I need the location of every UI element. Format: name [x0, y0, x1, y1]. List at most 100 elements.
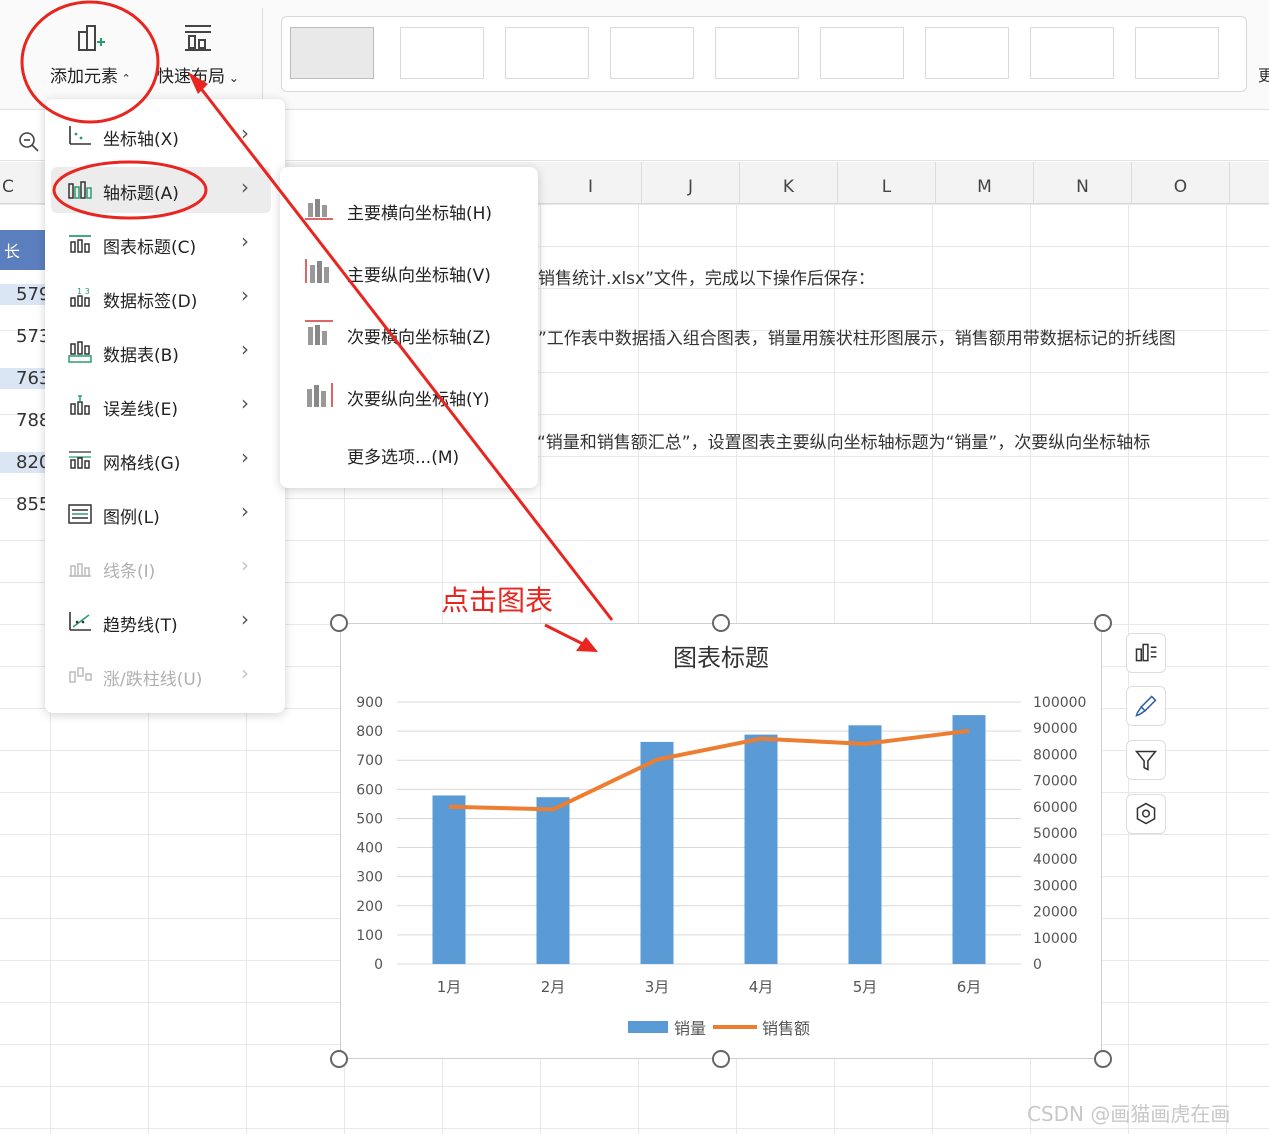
chart-style-thumb[interactable] — [610, 27, 694, 79]
x-tick-label: 1月 — [437, 978, 462, 996]
menu-item-label: 坐标轴(X) — [103, 130, 179, 150]
cell[interactable]: 763 — [0, 368, 50, 389]
chevron-right-icon: › — [241, 283, 249, 307]
menu-item: 线条(I) › — [45, 545, 285, 591]
y2-tick-label: 60000 — [1033, 800, 1078, 816]
combo-chart[interactable]: 图表标题900800700600500400300200100010000090… — [341, 624, 1101, 1058]
chart-style-thumb[interactable] — [290, 27, 374, 79]
data-labels-icon: 1 3 — [70, 287, 90, 307]
chart-style-thumb[interactable] — [1135, 27, 1219, 79]
y-tick-label: 0 — [374, 957, 383, 973]
menu-item[interactable]: 趋势线(T) › — [45, 599, 285, 645]
x-tick-label: 2月 — [541, 978, 566, 996]
chevron-right-icon: › — [241, 391, 249, 415]
chevron-right-icon: › — [241, 445, 249, 469]
menu-item[interactable]: 轴标题(A) › — [51, 167, 271, 213]
submenu-item[interactable]: 更多选项...(M) — [280, 429, 538, 475]
add-element-menu: 坐标轴(X) › 轴标题(A) › 图表标题(C) › 1 3 数据标签(D) › 数据表(B) ›… — [45, 99, 285, 713]
submenu-item-label: 主要横向坐标轴(H) — [347, 204, 493, 224]
menu-item-label: 线条(I) — [103, 562, 156, 582]
submenu-item[interactable]: 主要纵向坐标轴(V) — [280, 247, 538, 293]
chart-area[interactable]: 图表标题 900 800 700 600 500 400 300 200 100 0 100000 90… — [340, 623, 1102, 1059]
legend-label: 销售额 — [762, 1019, 810, 1038]
settings-hexagon-icon — [1136, 802, 1156, 825]
resize-handle[interactable] — [712, 1050, 730, 1068]
menu-item[interactable]: 图表标题(C) › — [45, 221, 285, 267]
cell[interactable]: 855 — [0, 494, 50, 515]
chart-style-thumb[interactable] — [715, 27, 799, 79]
resize-handle[interactable] — [1094, 1050, 1112, 1068]
chart-style-button[interactable] — [1126, 686, 1166, 726]
zoom-out-icon[interactable] — [18, 131, 40, 153]
menu-item-label: 轴标题(A) — [103, 184, 179, 204]
menu-item[interactable]: 数据表(B) › — [45, 329, 285, 375]
gridlines-icon — [69, 451, 91, 469]
secondary-horizontal-axis-icon — [305, 320, 333, 345]
annotation-label: 点击图表 — [441, 584, 554, 617]
filter-icon — [1134, 750, 1158, 771]
menu-item[interactable]: 图例(L) › — [45, 491, 285, 537]
y2-tick-label: 80000 — [1033, 747, 1078, 763]
column-header[interactable]: J — [642, 162, 740, 204]
bar — [640, 741, 674, 964]
y2-tick-label: 0 — [1033, 957, 1042, 973]
instruction-line: 为“销量和销售额汇总”，设置图表主要纵向坐标轴标题为“销量”，次要纵向坐标轴标 — [520, 433, 1151, 453]
chart-settings-button[interactable] — [1126, 794, 1166, 834]
chart-filter-button[interactable] — [1126, 740, 1166, 780]
chart-style-thumb[interactable] — [505, 27, 589, 79]
cell[interactable]: 788 — [0, 410, 50, 431]
column-header[interactable]: L — [838, 162, 936, 204]
resize-handle[interactable] — [1094, 614, 1112, 632]
paintbrush-icon — [1135, 695, 1157, 717]
legend-swatch-bar — [628, 1021, 668, 1033]
chart-style-thumb[interactable] — [400, 27, 484, 79]
menu-item-label: 数据标签(D) — [103, 292, 198, 312]
resize-handle[interactable] — [330, 614, 348, 632]
submenu-item-label: 次要纵向坐标轴(Y) — [347, 390, 490, 410]
resize-handle[interactable] — [712, 614, 730, 632]
column-header[interactable]: N — [1034, 162, 1132, 204]
column-header[interactable]: M — [936, 162, 1034, 204]
submenu-item[interactable]: 次要纵向坐标轴(Y) — [280, 371, 538, 417]
table-header-cell[interactable]: 长 — [0, 230, 46, 270]
quick-layout-button[interactable]: 快速布局 ⌄ — [157, 20, 239, 87]
column-header[interactable]: K — [740, 162, 838, 204]
menu-item[interactable]: 坐标轴(X) › — [45, 113, 285, 159]
chevron-right-icon: › — [241, 175, 249, 199]
error-bars-icon — [70, 395, 90, 415]
submenu-item[interactable]: 次要横向坐标轴(Z) — [280, 309, 538, 355]
chevron-right-icon: › — [241, 499, 249, 523]
bar — [744, 734, 778, 964]
axis-title-submenu: 主要横向坐标轴(H) 主要纵向坐标轴(V) 次要横向坐标轴(Z) 次要纵向坐标轴(Y)… — [280, 167, 538, 488]
column-header[interactable]: I — [540, 162, 642, 204]
chart-style-thumb[interactable] — [820, 27, 904, 79]
data-table-icon — [68, 341, 92, 363]
instruction-line: 销售统计.xlsx”文件，完成以下操作后保存： — [538, 269, 875, 289]
chart-style-thumb[interactable] — [1030, 27, 1114, 79]
bar — [952, 715, 986, 964]
submenu-item-label: 主要纵向坐标轴(V) — [347, 266, 491, 286]
x-tick-label: 6月 — [957, 978, 982, 996]
y-tick-label: 500 — [356, 811, 383, 827]
y-tick-label: 900 — [356, 695, 383, 711]
y-tick-label: 600 — [356, 782, 383, 798]
add-element-label: 添加元素 — [50, 67, 118, 87]
add-element-button[interactable]: 添加元素 ⌃ — [50, 20, 131, 87]
submenu-item[interactable]: 主要横向坐标轴(H) — [280, 185, 538, 231]
y2-tick-label: 50000 — [1033, 826, 1078, 842]
cell[interactable]: 573 — [0, 326, 50, 347]
column-header[interactable]: O — [1132, 162, 1230, 204]
menu-item-label: 网格线(G) — [103, 454, 181, 474]
menu-item[interactable]: 1 3 数据标签(D) › — [45, 275, 285, 321]
ribbon-cutoff-label: 更 — [1258, 66, 1269, 85]
menu-item[interactable]: 网格线(G) › — [45, 437, 285, 483]
chart-style-thumb[interactable] — [925, 27, 1009, 79]
y2-tick-label: 40000 — [1033, 852, 1078, 868]
menu-item[interactable]: 误差线(E) › — [45, 383, 285, 429]
chart-elements-button[interactable] — [1126, 633, 1166, 673]
submenu-item-label: 更多选项...(M) — [347, 448, 460, 468]
column-header[interactable]: C — [0, 162, 50, 204]
cell[interactable]: 820 — [0, 452, 50, 473]
resize-handle[interactable] — [330, 1050, 348, 1068]
cell[interactable]: 579 — [0, 284, 50, 305]
